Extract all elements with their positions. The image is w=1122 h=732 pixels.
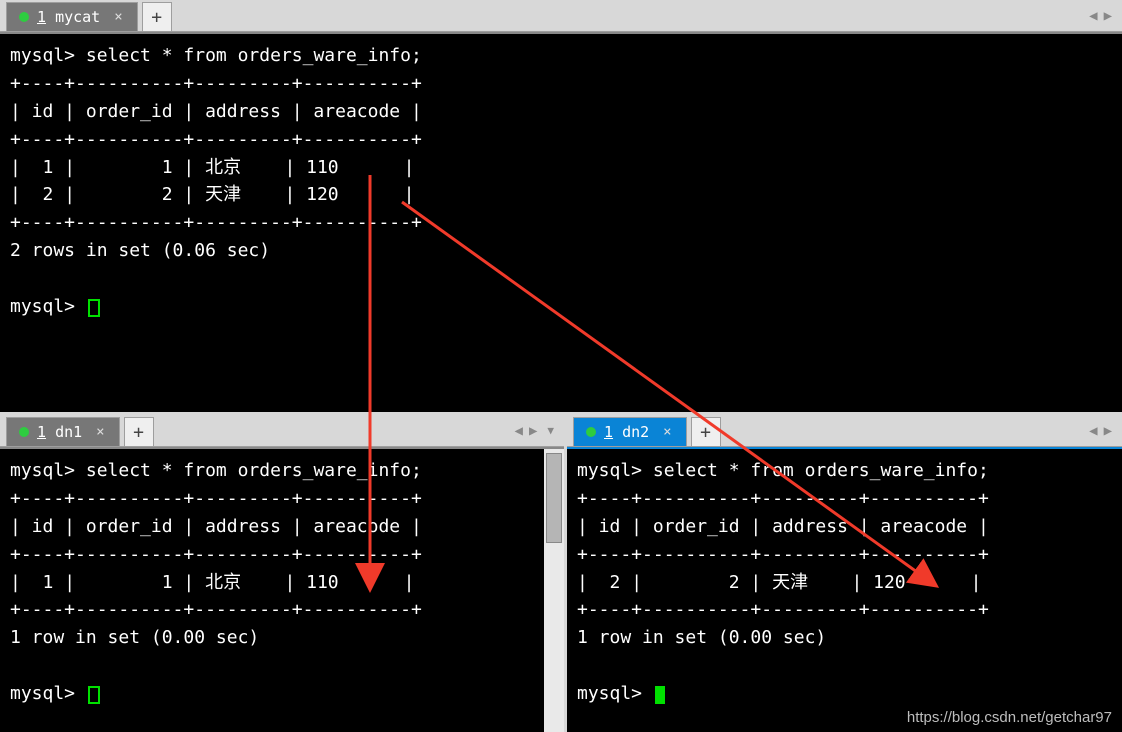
plus-icon: +: [151, 7, 162, 28]
cursor-icon: [655, 686, 665, 704]
pane-bottom-left: 1 dn1 × + ◀ ▶ ▼ mysql> select * from ord…: [0, 415, 564, 732]
tab-nav-arrows: ◀ ▶: [1087, 0, 1114, 31]
tab-dropdown-icon[interactable]: ▼: [545, 424, 556, 437]
status-dot-icon: [19, 427, 29, 437]
pane-top: 1 mycat × + ◀ ▶ mysql> select * from ord…: [0, 0, 1122, 412]
new-tab-button[interactable]: +: [691, 417, 721, 446]
tab-prev-icon[interactable]: ◀: [1087, 8, 1099, 24]
tabbar-br: 1 dn2 × + ◀ ▶: [567, 415, 1122, 447]
new-tab-button[interactable]: +: [124, 417, 154, 446]
tabbar-top: 1 mycat × + ◀ ▶: [0, 0, 1122, 32]
tab-close-icon[interactable]: ×: [661, 424, 673, 440]
terminal-content: mysql> select * from orders_ware_info; +…: [0, 449, 564, 732]
terminal-content: mysql> select * from orders_ware_info; +…: [0, 34, 1122, 412]
plus-icon: +: [700, 422, 711, 443]
tab-nav-arrows: ◀ ▶ ▼: [513, 415, 557, 446]
terminal-top[interactable]: mysql> select * from orders_ware_info; +…: [0, 32, 1122, 412]
tab-label: 1 dn2: [604, 423, 649, 441]
tab-label: 1 dn1: [37, 423, 82, 441]
tab-close-icon[interactable]: ×: [94, 424, 106, 440]
scrollbar[interactable]: [544, 449, 564, 732]
tab-mycat[interactable]: 1 mycat ×: [6, 2, 138, 31]
tab-next-icon[interactable]: ▶: [1102, 8, 1114, 24]
plus-icon: +: [133, 422, 144, 443]
tab-nav-arrows: ◀ ▶: [1087, 415, 1114, 446]
status-dot-icon: [19, 12, 29, 22]
watermark: https://blog.csdn.net/getchar97: [907, 709, 1112, 726]
scrollthumb[interactable]: [546, 453, 562, 543]
terminal-bl[interactable]: mysql> select * from orders_ware_info; +…: [0, 447, 564, 732]
tab-dn1[interactable]: 1 dn1 ×: [6, 417, 120, 446]
terminal-br[interactable]: mysql> select * from orders_ware_info; +…: [567, 447, 1122, 732]
tab-close-icon[interactable]: ×: [112, 9, 124, 25]
tab-next-icon[interactable]: ▶: [527, 423, 539, 439]
tab-label: 1 mycat: [37, 8, 100, 26]
cursor-icon: [88, 686, 100, 704]
terminal-content: mysql> select * from orders_ware_info; +…: [567, 449, 1122, 732]
tabbar-bl: 1 dn1 × + ◀ ▶ ▼: [0, 415, 564, 447]
tab-prev-icon[interactable]: ◀: [1087, 423, 1099, 439]
pane-bottom-right: 1 dn2 × + ◀ ▶ mysql> select * from order…: [567, 415, 1122, 732]
new-tab-button[interactable]: +: [142, 2, 172, 31]
tab-dn2[interactable]: 1 dn2 ×: [573, 417, 687, 446]
tab-next-icon[interactable]: ▶: [1102, 423, 1114, 439]
status-dot-icon: [586, 427, 596, 437]
tab-prev-icon[interactable]: ◀: [513, 423, 525, 439]
cursor-icon: [88, 299, 100, 317]
